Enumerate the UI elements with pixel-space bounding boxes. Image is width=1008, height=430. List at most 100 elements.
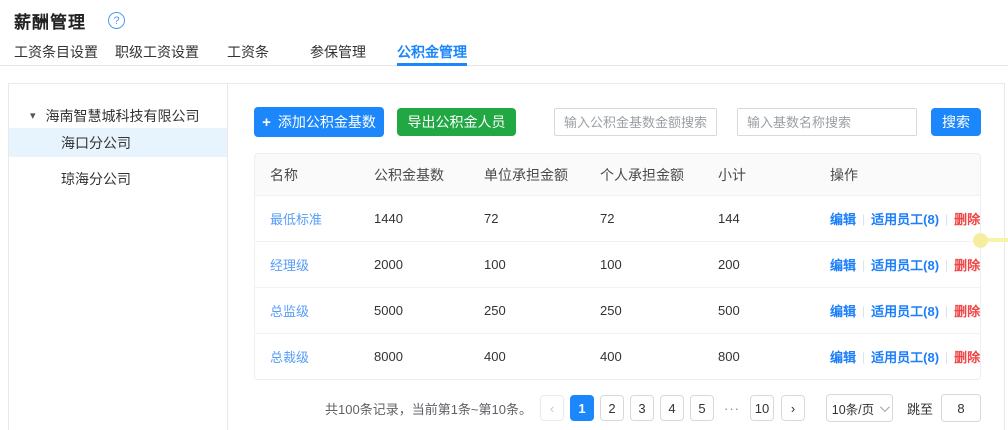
chevron-down-icon [880, 402, 890, 412]
tab-insurance-management[interactable]: 参保管理 [310, 34, 366, 66]
row-fund-base: 8000 [374, 349, 484, 364]
help-icon[interactable]: ? [108, 12, 125, 29]
add-fund-base-button[interactable]: + 添加公积金基数 [254, 107, 384, 137]
row-actions: 编辑 | 适用员工(8) | 删除 [830, 301, 980, 320]
row-company-amount: 250 [484, 303, 600, 318]
col-header-name: 名称 [255, 165, 374, 185]
tree-node-branch-haikou[interactable]: 海口分公司 [9, 128, 227, 157]
action-separator: | [945, 304, 948, 318]
col-header-personal-amount: 个人承担金额 [600, 165, 718, 185]
action-separator: | [862, 212, 865, 226]
plus-icon: + [262, 114, 271, 131]
page-header: 薪酬管理 ? [14, 8, 125, 33]
row-company-amount: 72 [484, 211, 600, 226]
edit-link[interactable]: 编辑 [830, 209, 856, 228]
row-name-link[interactable]: 最低标准 [255, 209, 374, 228]
tab-salary-item-settings[interactable]: 工资条目设置 [14, 34, 98, 66]
annotation-marker-dot [973, 233, 988, 248]
page-button-4[interactable]: 4 [660, 395, 684, 421]
page-button-5[interactable]: 5 [690, 395, 714, 421]
page-button-3[interactable]: 3 [630, 395, 654, 421]
edit-link[interactable]: 编辑 [830, 347, 856, 366]
row-personal-amount: 250 [600, 303, 718, 318]
tab-payslip[interactable]: 工资条 [227, 34, 269, 66]
applicable-employees-link[interactable]: 适用员工(8) [871, 347, 939, 366]
tree-node-branch-qionghai[interactable]: 琼海分公司 [9, 164, 227, 193]
table-header-row: 名称 公积金基数 单位承担金额 个人承担金额 小计 操作 [255, 154, 980, 195]
row-actions: 编辑 | 适用员工(8) | 删除 [830, 209, 980, 228]
row-personal-amount: 72 [600, 211, 718, 226]
page-button-1[interactable]: 1 [570, 395, 594, 421]
row-company-amount: 100 [484, 257, 600, 272]
payroll-management-page: 薪酬管理 ? 工资条目设置 职级工资设置 工资条 参保管理 公积金管理 ▾ 海南… [0, 0, 1008, 430]
table-row: 经理级 2000 100 100 200 编辑 | 适用员工(8) | 删除 [255, 241, 980, 287]
add-fund-base-label: 添加公积金基数 [278, 112, 376, 132]
jump-to-label: 跳至 [907, 399, 933, 418]
applicable-employees-link[interactable]: 适用员工(8) [871, 209, 939, 228]
delete-link[interactable]: 删除 [954, 347, 980, 366]
action-separator: | [945, 350, 948, 364]
page-size-value: 10条/页 [832, 399, 874, 418]
col-header-actions: 操作 [830, 165, 980, 185]
delete-link[interactable]: 删除 [954, 209, 980, 228]
row-subtotal: 800 [718, 349, 830, 364]
content-card: ▾ 海南智慧城科技有限公司 海口分公司 琼海分公司 + 添加公积金基数 导出公积… [8, 83, 1005, 430]
tab-provident-fund-management[interactable]: 公积金管理 [397, 34, 467, 66]
export-fund-staff-button[interactable]: 导出公积金人员 [397, 108, 516, 136]
table-row: 总监级 5000 250 250 500 编辑 | 适用员工(8) | 删除 [255, 287, 980, 333]
row-personal-amount: 100 [600, 257, 718, 272]
row-subtotal: 200 [718, 257, 830, 272]
page-button-10[interactable]: 10 [750, 395, 774, 421]
edit-link[interactable]: 编辑 [830, 301, 856, 320]
fund-base-table: 名称 公积金基数 单位承担金额 个人承担金额 小计 操作 最低标准 1440 7… [254, 153, 981, 380]
table-row: 总裁级 8000 400 400 800 编辑 | 适用员工(8) | 删除 [255, 333, 980, 379]
main-panel: + 添加公积金基数 导出公积金人员 搜索 名称 公积金基数 单位承担金额 个人承… [254, 84, 981, 422]
fund-amount-search-input[interactable] [554, 108, 717, 136]
row-name-link[interactable]: 总监级 [255, 301, 374, 320]
page-size-select[interactable]: 10条/页 [826, 394, 893, 422]
row-fund-base: 2000 [374, 257, 484, 272]
row-fund-base: 1440 [374, 211, 484, 226]
action-separator: | [945, 258, 948, 272]
row-name-link[interactable]: 经理级 [255, 255, 374, 274]
page-button-2[interactable]: 2 [600, 395, 624, 421]
tab-grade-salary-settings[interactable]: 职级工资设置 [115, 34, 199, 66]
action-separator: | [862, 304, 865, 318]
pagination-summary: 共100条记录，当前第1条~第10条。 [325, 399, 532, 418]
row-subtotal: 144 [718, 211, 830, 226]
row-personal-amount: 400 [600, 349, 718, 364]
col-header-fund-base: 公积金基数 [374, 165, 484, 185]
row-actions: 编辑 | 适用员工(8) | 删除 [830, 255, 980, 274]
company-tree: ▾ 海南智慧城科技有限公司 海口分公司 琼海分公司 [9, 84, 227, 193]
row-fund-base: 5000 [374, 303, 484, 318]
tree-node-company[interactable]: ▾ 海南智慧城科技有限公司 [9, 103, 227, 128]
next-page-button[interactable]: › [781, 395, 805, 421]
action-separator: | [862, 258, 865, 272]
tree-company-label: 海南智慧城科技有限公司 [46, 106, 200, 126]
prev-page-button[interactable]: ‹ [540, 395, 564, 421]
row-subtotal: 500 [718, 303, 830, 318]
applicable-employees-link[interactable]: 适用员工(8) [871, 255, 939, 274]
applicable-employees-link[interactable]: 适用员工(8) [871, 301, 939, 320]
company-tree-sidebar: ▾ 海南智慧城科技有限公司 海口分公司 琼海分公司 [9, 84, 228, 430]
edit-link[interactable]: 编辑 [830, 255, 856, 274]
caret-down-icon[interactable]: ▾ [30, 109, 36, 122]
action-separator: | [862, 350, 865, 364]
base-name-search-input[interactable] [737, 108, 917, 136]
tabbar: 工资条目设置 职级工资设置 工资条 参保管理 公积金管理 [0, 34, 1008, 66]
search-button[interactable]: 搜索 [931, 108, 981, 136]
row-actions: 编辑 | 适用员工(8) | 删除 [830, 347, 980, 366]
toolbar: + 添加公积金基数 导出公积金人员 搜索 [254, 107, 981, 137]
col-header-subtotal: 小计 [718, 165, 830, 185]
page-ellipsis: ··· [720, 401, 744, 416]
action-separator: | [945, 212, 948, 226]
jump-page-input[interactable] [941, 394, 981, 422]
pagination-bar: 共100条记录，当前第1条~第10条。 ‹ 1 2 3 4 5 ··· 10 ›… [254, 394, 981, 422]
row-company-amount: 400 [484, 349, 600, 364]
page-title: 薪酬管理 [14, 8, 86, 33]
delete-link[interactable]: 删除 [954, 255, 980, 274]
table-row: 最低标准 1440 72 72 144 编辑 | 适用员工(8) | 删除 [255, 195, 980, 241]
col-header-company-amount: 单位承担金额 [484, 165, 600, 185]
delete-link[interactable]: 删除 [954, 301, 980, 320]
row-name-link[interactable]: 总裁级 [255, 347, 374, 366]
